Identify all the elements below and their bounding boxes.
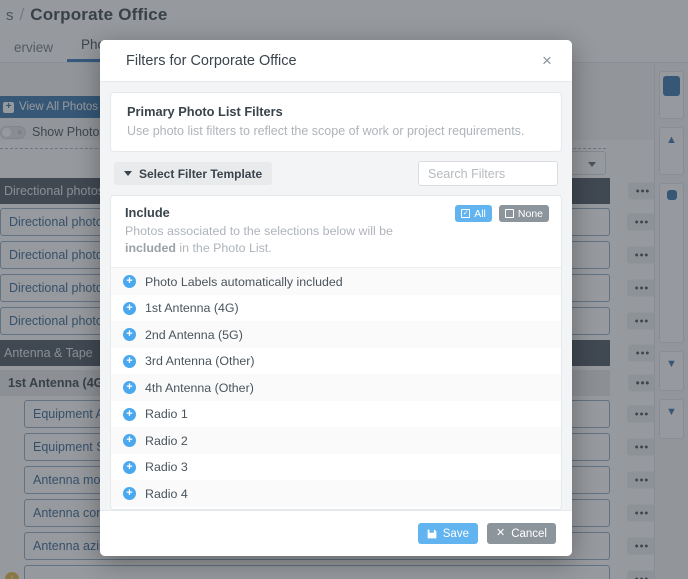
add-circle-icon[interactable]: + (123, 354, 136, 368)
include-desc-bold: included (125, 240, 176, 255)
filter-row-label: Photo Labels automatically included (145, 274, 343, 289)
filter-row[interactable]: + Photo Labels automatically included (111, 268, 561, 295)
close-icon[interactable]: × (536, 50, 558, 72)
select-all-button[interactable]: ✓ All (455, 205, 492, 222)
filter-row-label: Radio 4 (145, 486, 188, 501)
filter-row[interactable]: + Radio 2 (111, 427, 561, 454)
close-x-icon: ✕ (495, 527, 506, 539)
include-desc-part1: Photos associated to the selections belo… (125, 224, 393, 238)
select-none-button[interactable]: None (498, 205, 549, 222)
filter-row[interactable]: + Radio 4 (111, 480, 561, 507)
filter-row[interactable]: + 4th Antenna (Other) (111, 374, 561, 401)
filter-row[interactable]: + 2nd Antenna (5G) (111, 321, 561, 348)
include-section: Include Photos associated to the selecti… (110, 195, 562, 510)
add-circle-icon[interactable]: + (123, 301, 136, 315)
filter-row-label: 3rd Antenna (Other) (145, 354, 255, 369)
filter-list[interactable]: + Photo Labels automatically included + … (111, 268, 561, 509)
save-button[interactable]: Save (417, 523, 478, 544)
include-desc-part2: in the Photo List. (175, 240, 272, 255)
add-circle-icon[interactable]: + (123, 487, 136, 501)
cancel-label: Cancel (511, 527, 547, 540)
checkbox-checked-icon: ✓ (461, 209, 471, 218)
filter-row-label: Radio 3 (145, 460, 188, 475)
select-all-none-group: ✓ All None (455, 205, 549, 222)
intro-description: Use photo list filters to reflect the sc… (127, 124, 525, 138)
add-circle-icon[interactable]: + (123, 328, 136, 342)
chevron-down-icon (124, 171, 132, 176)
filter-row-label: Radio 2 (145, 433, 188, 448)
save-label: Save (442, 527, 469, 540)
checkbox-unchecked-icon (504, 209, 514, 218)
filter-row[interactable]: + 1st Antenna (4G) (111, 294, 561, 322)
add-circle-icon[interactable]: + (123, 381, 136, 395)
save-icon (427, 529, 437, 538)
select-filter-template-button[interactable]: Select Filter Template (114, 162, 273, 185)
search-filters-input[interactable] (418, 161, 558, 186)
include-description: Photos associated to the selections belo… (125, 223, 447, 256)
filters-modal: Filters for Corporate Office × Primary P… (100, 40, 572, 556)
select-filter-template-label: Select Filter Template (139, 166, 263, 181)
filter-row[interactable]: + Radio 1 (111, 400, 561, 428)
add-circle-icon[interactable]: + (123, 275, 136, 289)
include-header: Include Photos associated to the selecti… (111, 196, 561, 269)
filter-controls-row: Select Filter Template (110, 152, 562, 195)
filter-row-label: 1st Antenna (4G) (145, 301, 239, 316)
primary-filters-intro: Primary Photo List Filters Use photo lis… (110, 92, 562, 152)
add-circle-icon[interactable]: + (123, 407, 136, 421)
cancel-button[interactable]: ✕ Cancel (486, 523, 556, 544)
select-all-label: All (474, 207, 486, 220)
modal-header: Filters for Corporate Office × (100, 40, 572, 82)
add-circle-icon[interactable]: + (123, 460, 136, 474)
add-circle-icon[interactable]: + (123, 434, 136, 448)
filter-row[interactable]: + 3rd Antenna (Other) (111, 347, 561, 375)
filter-row-label: 4th Antenna (Other) (145, 380, 254, 395)
filter-row-label: 2nd Antenna (5G) (145, 327, 243, 342)
filter-row[interactable]: + Radio 3 (111, 453, 561, 481)
modal-footer: Save ✕ Cancel (100, 510, 572, 556)
filter-row-label: Radio 1 (145, 407, 188, 422)
modal-title: Filters for Corporate Office (126, 52, 297, 69)
intro-heading: Primary Photo List Filters (127, 104, 283, 119)
modal-body: Primary Photo List Filters Use photo lis… (100, 82, 572, 510)
select-none-label: None (517, 207, 543, 220)
